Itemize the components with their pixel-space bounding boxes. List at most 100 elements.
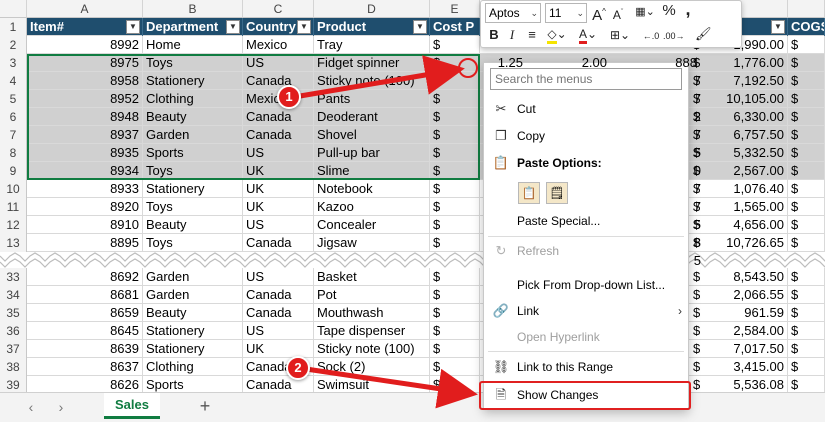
paste-icon[interactable]: 📋 <box>518 182 540 204</box>
format-painter-icon[interactable]: 🖌 <box>695 26 712 42</box>
cell-g-partial-digit[interactable]: 7 <box>689 126 701 144</box>
column-header-a[interactable]: A <box>27 0 143 18</box>
scroll-right-icon[interactable]: › <box>54 400 68 414</box>
cell-h-value[interactable]: 10,726.65 <box>704 234 788 252</box>
cell-cost-currency[interactable]: $ <box>430 36 480 54</box>
cell-h-value[interactable]: 6,757.50 <box>704 126 788 144</box>
cell-product[interactable]: Pull-up bar <box>314 144 430 162</box>
cell-cogs-currency[interactable]: $ <box>788 216 825 234</box>
cell-item[interactable]: 8958 <box>27 72 143 90</box>
cell-department[interactable]: Stationery <box>143 72 243 90</box>
cell-product[interactable]: Mouthwash <box>314 304 430 322</box>
cell-h-value[interactable]: 2,567.00 <box>704 162 788 180</box>
cell-product[interactable]: Sticky note (100) <box>314 72 430 90</box>
cell-h-currency[interactable]: $ <box>690 286 704 304</box>
align-center-icon[interactable]: ≡ <box>525 27 539 43</box>
row-number[interactable]: 8 <box>0 144 27 162</box>
percent-icon[interactable]: % <box>661 3 677 19</box>
cell-e3-value[interactable]: 1.25 <box>486 54 526 72</box>
font-color-icon[interactable]: A⌄ <box>577 26 599 44</box>
cell-item[interactable]: 8948 <box>27 108 143 126</box>
cell-h-value[interactable]: 1,076.40 <box>704 180 788 198</box>
filter-dropdown-icon[interactable]: ▼ <box>771 20 785 34</box>
cell-cogs-currency[interactable]: $ <box>788 234 825 252</box>
row-number[interactable]: 11 <box>0 198 27 216</box>
cell-f3-value[interactable]: 2.00 <box>560 54 610 72</box>
header-product[interactable]: Product ▼ <box>314 18 430 36</box>
filter-dropdown-icon[interactable]: ▼ <box>226 20 240 34</box>
cell-product[interactable]: Deoderant <box>314 108 430 126</box>
cell-product[interactable]: Kazoo <box>314 198 430 216</box>
cell-h-value[interactable]: 7,192.50 <box>704 72 788 90</box>
cell-cost-currency[interactable]: $ <box>430 234 480 252</box>
cell-product[interactable]: Fidget spinner <box>314 54 430 72</box>
column-header-c[interactable]: C <box>243 0 314 18</box>
cell-cogs-currency[interactable]: $ <box>788 358 825 376</box>
row-number[interactable]: 3 <box>0 54 27 72</box>
cell-cogs-currency[interactable]: $ <box>788 72 825 90</box>
cell-department[interactable]: Stationery <box>143 322 243 340</box>
cell-item[interactable]: 8681 <box>27 286 143 304</box>
cell-h-value[interactable]: 3,415.00 <box>704 358 788 376</box>
cell-country[interactable]: Canada <box>243 126 314 144</box>
cell-cost-currency[interactable]: $ <box>430 322 480 340</box>
cell-cost-currency[interactable]: $ <box>430 72 480 90</box>
cell-item[interactable]: 8933 <box>27 180 143 198</box>
borders-icon[interactable]: ⊞⌄ <box>609 27 631 43</box>
filter-dropdown-icon[interactable]: ▼ <box>297 20 311 34</box>
filter-dropdown-icon[interactable]: ▼ <box>413 20 427 34</box>
column-header-i[interactable] <box>788 0 825 18</box>
row-number[interactable]: 7 <box>0 126 27 144</box>
italic-icon[interactable]: I <box>505 27 519 43</box>
cell-cogs-currency[interactable]: $ <box>788 126 825 144</box>
cell-g-partial-digit[interactable]: 7 <box>689 180 701 198</box>
cell-cost-currency[interactable]: $ <box>430 304 480 322</box>
cell-item[interactable]: 8934 <box>27 162 143 180</box>
cell-cogs-currency[interactable]: $ <box>788 198 825 216</box>
cell-cogs-currency[interactable]: $ <box>788 162 825 180</box>
cell-product[interactable]: Notebook <box>314 180 430 198</box>
cell-g-partial-digit[interactable]: 0 <box>689 162 701 180</box>
column-header-b[interactable]: B <box>143 0 243 18</box>
cell-cogs-currency[interactable]: $ <box>788 54 825 72</box>
cell-item[interactable]: 8937 <box>27 126 143 144</box>
cell-department[interactable]: Stationery <box>143 340 243 358</box>
cell-h-value[interactable]: 7,017.50 <box>704 340 788 358</box>
cell-department[interactable]: Clothing <box>143 90 243 108</box>
cell-country[interactable]: US <box>243 322 314 340</box>
cell-department[interactable]: Garden <box>143 268 243 286</box>
menu-item-pick-from-list[interactable]: Pick From Drop-down List... <box>484 273 688 297</box>
cell-product[interactable]: Sticky note (100) <box>314 340 430 358</box>
cell-department[interactable]: Clothing <box>143 358 243 376</box>
cell-h-currency[interactable]: $ <box>690 340 704 358</box>
grow-font-icon[interactable]: A^ <box>591 4 607 24</box>
cell-country[interactable]: Mexico <box>243 36 314 54</box>
row-number[interactable]: 9 <box>0 162 27 180</box>
column-header-e[interactable]: E <box>430 0 480 18</box>
cell-cost-currency[interactable]: $ <box>430 340 480 358</box>
header-cogs[interactable]: COGS <box>788 18 825 36</box>
cell-g-partial-digit[interactable]: 7 <box>689 90 701 108</box>
cell-product[interactable]: Shovel <box>314 126 430 144</box>
row-number[interactable]: 36 <box>0 322 27 340</box>
menu-item-cut[interactable]: ✂ Cut <box>484 97 688 121</box>
select-all-corner[interactable] <box>0 0 27 18</box>
cell-cogs-currency[interactable]: $ <box>788 304 825 322</box>
cell-item[interactable]: 8952 <box>27 90 143 108</box>
cell-country[interactable]: UK <box>243 180 314 198</box>
cell-country[interactable]: UK <box>243 198 314 216</box>
cell-department[interactable]: Beauty <box>143 108 243 126</box>
comma-style-icon[interactable]: , <box>681 0 695 18</box>
cell-cost-currency[interactable]: $ <box>430 162 480 180</box>
cell-product[interactable]: Slime <box>314 162 430 180</box>
cell-h-value[interactable]: 5,332.50 <box>704 144 788 162</box>
cell-cost-currency[interactable]: $ <box>430 144 480 162</box>
cell-cost-currency[interactable]: $ <box>430 198 480 216</box>
cell-item[interactable]: 8910 <box>27 216 143 234</box>
font-size-box[interactable]: 11 ⌄ <box>545 3 587 23</box>
cell-cost-currency[interactable]: $ <box>430 268 480 286</box>
cell-department[interactable]: Beauty <box>143 216 243 234</box>
row-number[interactable]: 2 <box>0 36 27 54</box>
cell-item[interactable]: 8935 <box>27 144 143 162</box>
cell-g-partial-digit[interactable]: 5 <box>689 252 701 270</box>
